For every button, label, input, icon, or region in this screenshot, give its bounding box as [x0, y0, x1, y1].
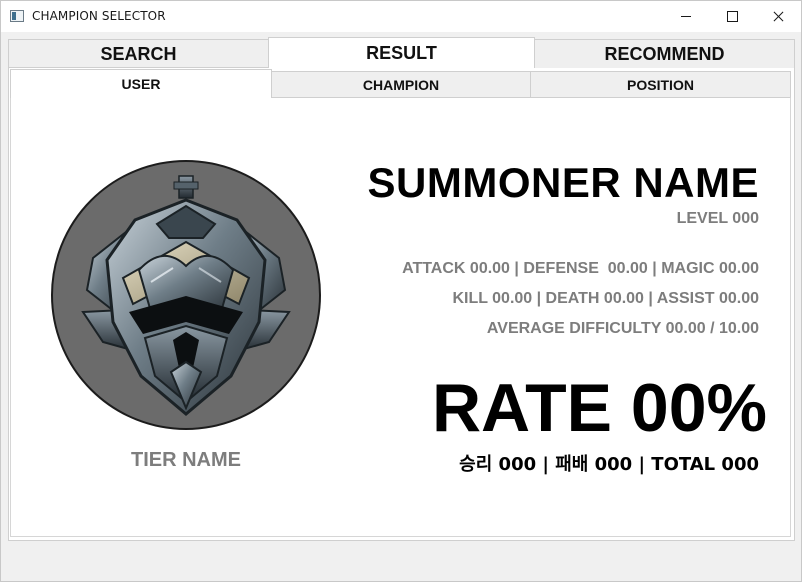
minimize-icon[interactable] [663, 1, 709, 32]
win-rate: RATE 00% [431, 370, 767, 446]
subtab-user[interactable]: USER [10, 69, 272, 98]
resize-grip[interactable] [788, 568, 798, 578]
stats-kill-death-assist: KILL 00.00 | DEATH 00.00 | ASSIST 00.00 [452, 290, 759, 307]
subtab-champion[interactable]: CHAMPION [271, 71, 531, 97]
app-icon [10, 10, 24, 22]
title-bar[interactable]: CHAMPION SELECTOR [1, 1, 801, 32]
stats-attack-defense-magic: ATTACK 00.00 | DEFENSE 00.00 | MAGIC 00.… [402, 260, 759, 277]
iron-tier-emblem-icon [81, 175, 291, 416]
subtab-position[interactable]: POSITION [530, 71, 791, 97]
app-window: CHAMPION SELECTOR SEARCH RESULT RECOMMEN… [0, 0, 802, 582]
summoner-level: LEVEL 000 [676, 210, 759, 227]
summoner-name: SUMMONER NAME [367, 159, 759, 206]
tab-search[interactable]: SEARCH [8, 39, 269, 68]
tab-result[interactable]: RESULT [268, 37, 535, 68]
win-loss-record: 승리 000 | 패배 000 | TOTAL 000 [459, 454, 759, 475]
tier-emblem [51, 160, 321, 430]
window-title: CHAMPION SELECTOR [32, 9, 166, 23]
maximize-icon[interactable] [709, 1, 755, 32]
tab-recommend[interactable]: RECOMMEND [534, 39, 795, 68]
close-icon[interactable] [755, 1, 801, 32]
stats-average-difficulty: AVERAGE DIFFICULTY 00.00 / 10.00 [486, 320, 759, 337]
tier-name: TIER NAME [131, 449, 241, 471]
